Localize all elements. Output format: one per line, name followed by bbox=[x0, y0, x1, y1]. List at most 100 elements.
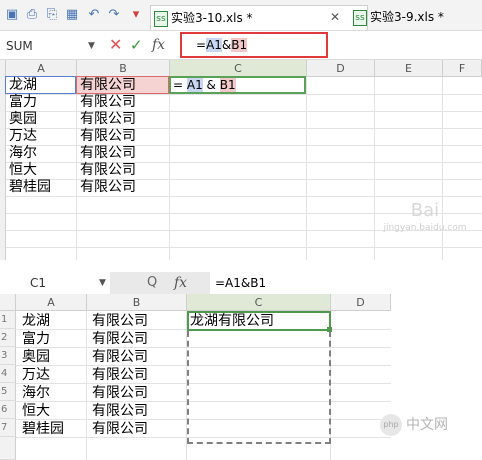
cell-b5[interactable]: 有限公司 bbox=[80, 145, 136, 162]
cell-c1-editing[interactable]: = A1 & B1 bbox=[169, 76, 306, 94]
cell-b7[interactable]: 有限公司 bbox=[80, 179, 136, 196]
grid-line bbox=[6, 162, 482, 163]
spreadsheet-file-icon: ss bbox=[353, 10, 367, 26]
grid-line bbox=[6, 145, 482, 146]
cell-a7[interactable]: 碧桂园 bbox=[9, 179, 51, 196]
formula-operator: & bbox=[221, 38, 232, 52]
cell-a4[interactable]: 万达 bbox=[9, 128, 37, 145]
confirm-icon[interactable]: ✓ bbox=[130, 34, 143, 56]
cell-b1[interactable]: 有限公司 bbox=[92, 312, 148, 330]
edit-prefix: = bbox=[173, 78, 187, 92]
cell-a7[interactable]: 碧桂园 bbox=[22, 420, 64, 438]
cell-a6[interactable]: 恒大 bbox=[9, 162, 37, 179]
cell-b3[interactable]: 有限公司 bbox=[92, 348, 148, 366]
formula-input[interactable]: =A1&B1 bbox=[215, 273, 266, 293]
row-header-8[interactable] bbox=[0, 437, 16, 460]
column-header-d[interactable]: D bbox=[331, 294, 391, 311]
grid-line bbox=[6, 111, 482, 112]
watermark-text: 中文网 bbox=[406, 417, 448, 433]
grid-line bbox=[169, 77, 170, 260]
select-all-corner[interactable] bbox=[0, 294, 16, 311]
cell-b5[interactable]: 有限公司 bbox=[92, 384, 148, 402]
column-header-e[interactable]: E bbox=[375, 60, 443, 77]
grid-line bbox=[6, 94, 482, 95]
watermark-baidu-url: jingyan.baidu.com bbox=[383, 223, 467, 233]
fill-handle[interactable] bbox=[327, 327, 332, 332]
print-preview-icon[interactable]: ⎙ bbox=[24, 7, 40, 23]
grid-line bbox=[374, 77, 375, 260]
column-header-f[interactable]: F bbox=[443, 60, 482, 77]
cell-a6[interactable]: 恒大 bbox=[22, 402, 50, 420]
cell-b6[interactable]: 有限公司 bbox=[92, 402, 148, 420]
column-header-a[interactable]: A bbox=[6, 60, 77, 77]
cell-c1[interactable]: 龙湖有限公司 bbox=[190, 312, 274, 330]
cell-a3[interactable]: 奥园 bbox=[22, 348, 50, 366]
tab-workbook[interactable]: ss 实验3-9.xls * bbox=[350, 5, 482, 29]
cell-b7[interactable]: 有限公司 bbox=[92, 420, 148, 438]
formula-input[interactable]: =A1&B1 bbox=[180, 32, 328, 58]
redo-icon[interactable]: ↷ bbox=[106, 7, 122, 23]
toolbar: ▣ ⎙ ⎘ ▦ ↶ ↷ ▾ ss 实验3-10.xls * ✕ ss 实验3-9… bbox=[0, 0, 482, 31]
watermark-baidu-text: Bai bbox=[410, 200, 440, 221]
column-header-a[interactable]: A bbox=[16, 294, 87, 311]
zoom-icon[interactable]: Q bbox=[147, 273, 157, 293]
cell-a4[interactable]: 万达 bbox=[22, 366, 50, 384]
tab-label: 实验3-9.xls * bbox=[370, 10, 444, 24]
grid-line bbox=[76, 77, 77, 260]
formula-ref-a1: A1 bbox=[206, 38, 222, 52]
cell-b2[interactable]: 有限公司 bbox=[80, 94, 136, 111]
edit-ref-b1: B1 bbox=[219, 78, 236, 92]
row-header-7[interactable]: 7 bbox=[0, 419, 16, 437]
row-header-3[interactable]: 3 bbox=[0, 347, 16, 365]
grid-line bbox=[6, 179, 482, 180]
tab-label: 实验3-10.xls * bbox=[171, 11, 253, 25]
cancel-icon[interactable]: ✕ bbox=[109, 34, 122, 56]
function-button-group bbox=[110, 272, 210, 294]
name-box[interactable]: SUM bbox=[6, 36, 96, 56]
row-header-6[interactable]: 6 bbox=[0, 401, 16, 419]
grid-line bbox=[6, 196, 482, 197]
cell-a3[interactable]: 奥园 bbox=[9, 111, 37, 128]
chevron-down-icon[interactable]: ▼ bbox=[99, 273, 106, 293]
formula-ref-b1: B1 bbox=[231, 38, 248, 52]
cell-b4[interactable]: 有限公司 bbox=[80, 128, 136, 145]
cell-b1[interactable]: 有限公司 bbox=[80, 77, 136, 94]
close-tab-icon[interactable]: ✕ bbox=[330, 5, 340, 29]
cell-b3[interactable]: 有限公司 bbox=[80, 111, 136, 128]
formula-prefix: = bbox=[196, 38, 207, 52]
preview-icon[interactable]: ▦ bbox=[64, 7, 80, 23]
column-header-d[interactable]: D bbox=[307, 60, 375, 77]
column-header-c[interactable]: C bbox=[170, 60, 307, 77]
row-header-5[interactable]: 5 bbox=[0, 383, 16, 401]
row-header-2[interactable]: 2 bbox=[0, 329, 16, 347]
edit-ref-a1: A1 bbox=[186, 78, 203, 92]
grid-line bbox=[306, 77, 307, 260]
spreadsheet-file-icon: ss bbox=[154, 11, 168, 27]
cell-b4[interactable]: 有限公司 bbox=[92, 366, 148, 384]
print-icon[interactable]: ⎘ bbox=[44, 7, 60, 23]
edit-operator: & bbox=[202, 78, 220, 92]
undo-icon[interactable]: ↶ bbox=[86, 7, 102, 23]
cell-a5[interactable]: 海尔 bbox=[22, 384, 50, 402]
cell-a1[interactable]: 龙湖 bbox=[9, 77, 37, 94]
column-header-b[interactable]: B bbox=[87, 294, 187, 311]
insert-function-icon[interactable]: fx bbox=[174, 273, 187, 293]
column-header-b[interactable]: B bbox=[77, 60, 170, 77]
cell-b6[interactable]: 有限公司 bbox=[80, 162, 136, 179]
row-header-4[interactable]: 4 bbox=[0, 365, 16, 383]
cell-a2[interactable]: 富力 bbox=[9, 94, 37, 111]
watermark-baidu: Bai jingyan.baidu.com bbox=[380, 200, 470, 242]
chevron-down-icon[interactable]: ▼ bbox=[88, 36, 95, 56]
name-box[interactable]: C1 bbox=[30, 273, 46, 293]
column-header-c[interactable]: C bbox=[187, 294, 331, 311]
cell-a5[interactable]: 海尔 bbox=[9, 145, 37, 162]
save-icon[interactable]: ▣ bbox=[4, 7, 20, 23]
php-logo-icon: php bbox=[380, 414, 402, 436]
dropdown-icon[interactable]: ▾ bbox=[128, 7, 144, 23]
grid-line bbox=[6, 128, 482, 129]
row-header-1[interactable]: 1 bbox=[0, 311, 16, 329]
cell-a2[interactable]: 富力 bbox=[22, 330, 50, 348]
insert-function-icon[interactable]: fx bbox=[152, 34, 165, 56]
cell-a1[interactable]: 龙湖 bbox=[22, 312, 50, 330]
cell-b2[interactable]: 有限公司 bbox=[92, 330, 148, 348]
